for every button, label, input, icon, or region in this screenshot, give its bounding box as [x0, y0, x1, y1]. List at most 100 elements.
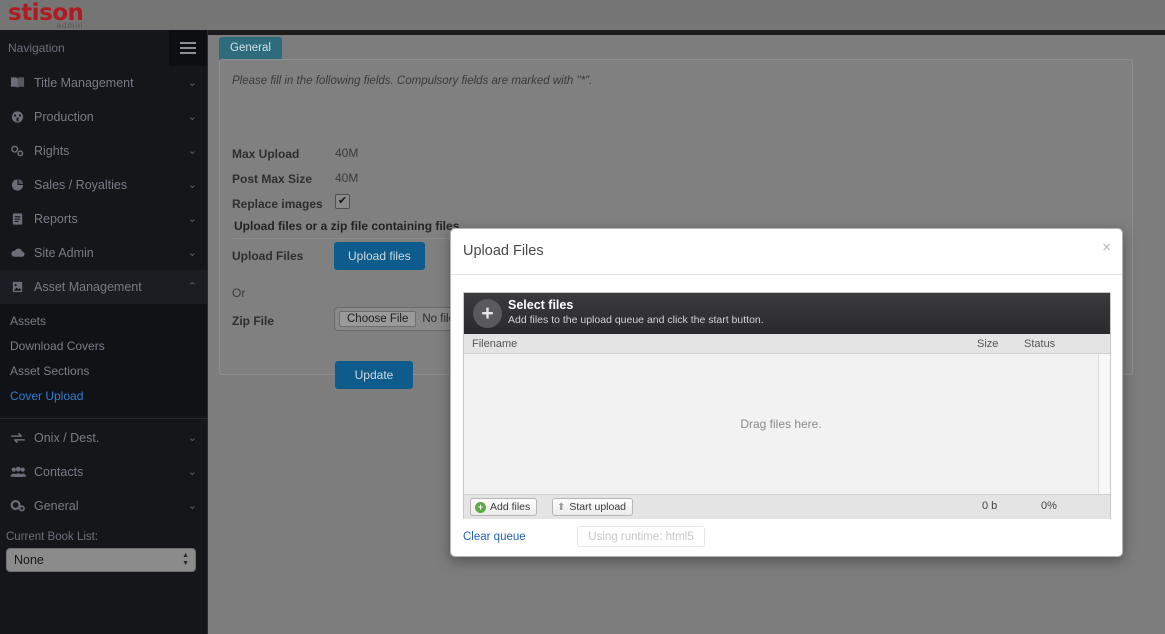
pie-chart-icon — [10, 176, 34, 194]
close-icon[interactable]: × — [1102, 240, 1111, 255]
add-files-button[interactable]: + Add files — [470, 498, 538, 516]
file-list-header: Filename Size Status — [464, 334, 1110, 354]
modal-title: Upload Files — [463, 243, 544, 259]
chevron-down-icon: ⌄ — [187, 246, 197, 259]
chevron-down-icon: ⌄ — [187, 212, 197, 225]
current-book-list-group: Current Book List: None ▲ ▼ — [0, 523, 207, 572]
replace-images-checkbox[interactable]: ✔ — [335, 194, 350, 209]
sidebar-item-label: Title Management — [34, 76, 134, 90]
transfer-icon — [10, 429, 34, 447]
replace-images-label: Replace images — [232, 197, 323, 211]
sidebar-subitem-assets[interactable]: Assets — [0, 308, 207, 333]
column-filename: Filename — [472, 338, 518, 350]
chevron-down-icon: ⌄ — [187, 76, 197, 89]
nav-header: Navigation — [0, 30, 207, 66]
sidebar-subitem-cover-upload[interactable]: Cover Upload — [0, 383, 207, 408]
choose-file-button[interactable]: Choose File — [339, 311, 417, 327]
plus-icon: + — [473, 299, 502, 328]
chevron-down-icon: ⌄ — [187, 178, 197, 191]
clear-queue-link[interactable]: Clear queue — [463, 531, 526, 543]
sidebar-divider — [0, 418, 207, 419]
sidebar-item-contacts[interactable]: Contacts ⌄ — [0, 455, 207, 489]
dropzone-text: Drag files here. — [740, 417, 822, 431]
modal-header: Upload Files × — [451, 229, 1122, 275]
sidebar-item-label: Production — [34, 110, 94, 124]
sidebar-item-title-management[interactable]: Title Management ⌄ — [0, 66, 207, 100]
check-icon: ✔ — [337, 195, 348, 207]
section-heading: Upload files or a zip file containing fi… — [234, 219, 460, 233]
sidebar-item-site-admin[interactable]: Site Admin ⌄ — [0, 236, 207, 270]
sidebar-item-label: General — [34, 499, 79, 513]
upload-arrow-icon: ⬆ — [557, 501, 566, 513]
sidebar-item-reports[interactable]: Reports ⌄ — [0, 202, 207, 236]
sidebar-subitem-asset-sections[interactable]: Asset Sections — [0, 358, 207, 383]
chevron-up-icon: ⌃ — [187, 280, 197, 293]
gauge-icon — [10, 108, 34, 126]
chevron-down-icon: ⌄ — [187, 465, 197, 478]
add-files-label: Add files — [490, 501, 531, 513]
sidebar-item-label: Rights — [34, 144, 70, 158]
sidebar-item-sales-royalties[interactable]: Sales / Royalties ⌄ — [0, 168, 207, 202]
total-size-value: 0 b — [982, 500, 998, 512]
image-icon — [10, 278, 34, 296]
max-upload-value: 40M — [335, 146, 359, 160]
sidebar-item-general[interactable]: General ⌄ — [0, 489, 207, 523]
total-progress-value: 0% — [1041, 500, 1057, 512]
select-files-title: Select files — [508, 298, 574, 312]
top-bar: stison admin — [0, 0, 1165, 30]
sidebar-item-onix-dest[interactable]: Onix / Dest. ⌄ — [0, 421, 207, 455]
upload-files-label: Upload Files — [232, 249, 304, 263]
start-upload-button[interactable]: ⬆ Start upload — [552, 498, 634, 516]
form-note: Please fill in the following fields. Com… — [232, 75, 593, 87]
start-upload-label: Start upload — [569, 501, 627, 513]
cloud-icon — [10, 244, 34, 262]
sidebar-item-label: Reports — [34, 212, 78, 226]
upload-files-modal: Upload Files × + Select files Add files … — [450, 228, 1123, 557]
uploader-footer: + Add files ⬆ Start upload 0 b 0% — [464, 494, 1110, 519]
sidebar-item-label: Site Admin — [34, 246, 94, 260]
document-icon — [10, 210, 34, 228]
update-button[interactable]: Update — [335, 361, 413, 389]
select-files-header[interactable]: + Select files Add files to the upload q… — [464, 293, 1110, 334]
page-root: stison admin Navigation Title Management… — [0, 0, 1165, 634]
circle-plus-icon: + — [475, 501, 486, 513]
file-list-scrollbar[interactable] — [1098, 354, 1110, 494]
sidebar-item-label: Asset Management — [34, 280, 142, 294]
chevron-down-icon: ⌄ — [187, 499, 197, 512]
chevron-down-icon: ⌄ — [187, 144, 197, 157]
sidebar-item-asset-management[interactable]: Asset Management ⌃ — [0, 270, 207, 304]
current-book-list-label: Current Book List: — [6, 531, 99, 543]
file-dropzone[interactable]: Drag files here. — [464, 354, 1110, 494]
post-max-size-label: Post Max Size — [232, 172, 313, 186]
people-icon — [10, 463, 34, 481]
or-label: Or — [232, 286, 246, 300]
sidebar-item-label: Onix / Dest. — [34, 431, 100, 445]
sidebar-subitem-download-covers[interactable]: Download Covers — [0, 333, 207, 358]
tab-general[interactable]: General — [219, 37, 282, 60]
max-upload-label: Max Upload — [232, 147, 300, 161]
hamburger-icon[interactable] — [169, 30, 207, 66]
brand-logo[interactable]: stison admin — [8, 2, 84, 30]
tab-bar: General — [219, 37, 282, 60]
upload-files-button[interactable]: Upload files — [334, 242, 425, 270]
uploader-widget: + Select files Add files to the upload q… — [463, 292, 1111, 519]
sidebar-item-label: Contacts — [34, 465, 84, 479]
sidebar-item-production[interactable]: Production ⌄ — [0, 100, 207, 134]
column-size: Size — [977, 338, 999, 350]
nav-header-label: Navigation — [8, 41, 65, 55]
asset-management-subnav: Assets Download Covers Asset Sections Co… — [0, 304, 207, 416]
gears-icon — [10, 497, 34, 515]
sidebar-item-rights[interactable]: Rights ⌄ — [0, 134, 207, 168]
select-files-subtitle: Add files to the upload queue and click … — [508, 314, 764, 326]
zip-file-label: Zip File — [232, 314, 274, 328]
current-book-list-value: None — [14, 553, 44, 567]
chevron-down-icon: ⌄ — [187, 431, 197, 444]
runtime-indicator: Using runtime: html5 — [577, 526, 705, 547]
post-max-size-value: 40M — [335, 171, 359, 185]
sidebar: Navigation Title Management ⌄ Production… — [0, 30, 208, 634]
chevron-down-icon: ⌄ — [187, 110, 197, 123]
column-status: Status — [1024, 338, 1056, 350]
links-icon — [10, 142, 34, 160]
sidebar-item-label: Sales / Royalties — [34, 178, 128, 192]
current-book-list-select[interactable]: None ▲ ▼ — [6, 548, 196, 572]
